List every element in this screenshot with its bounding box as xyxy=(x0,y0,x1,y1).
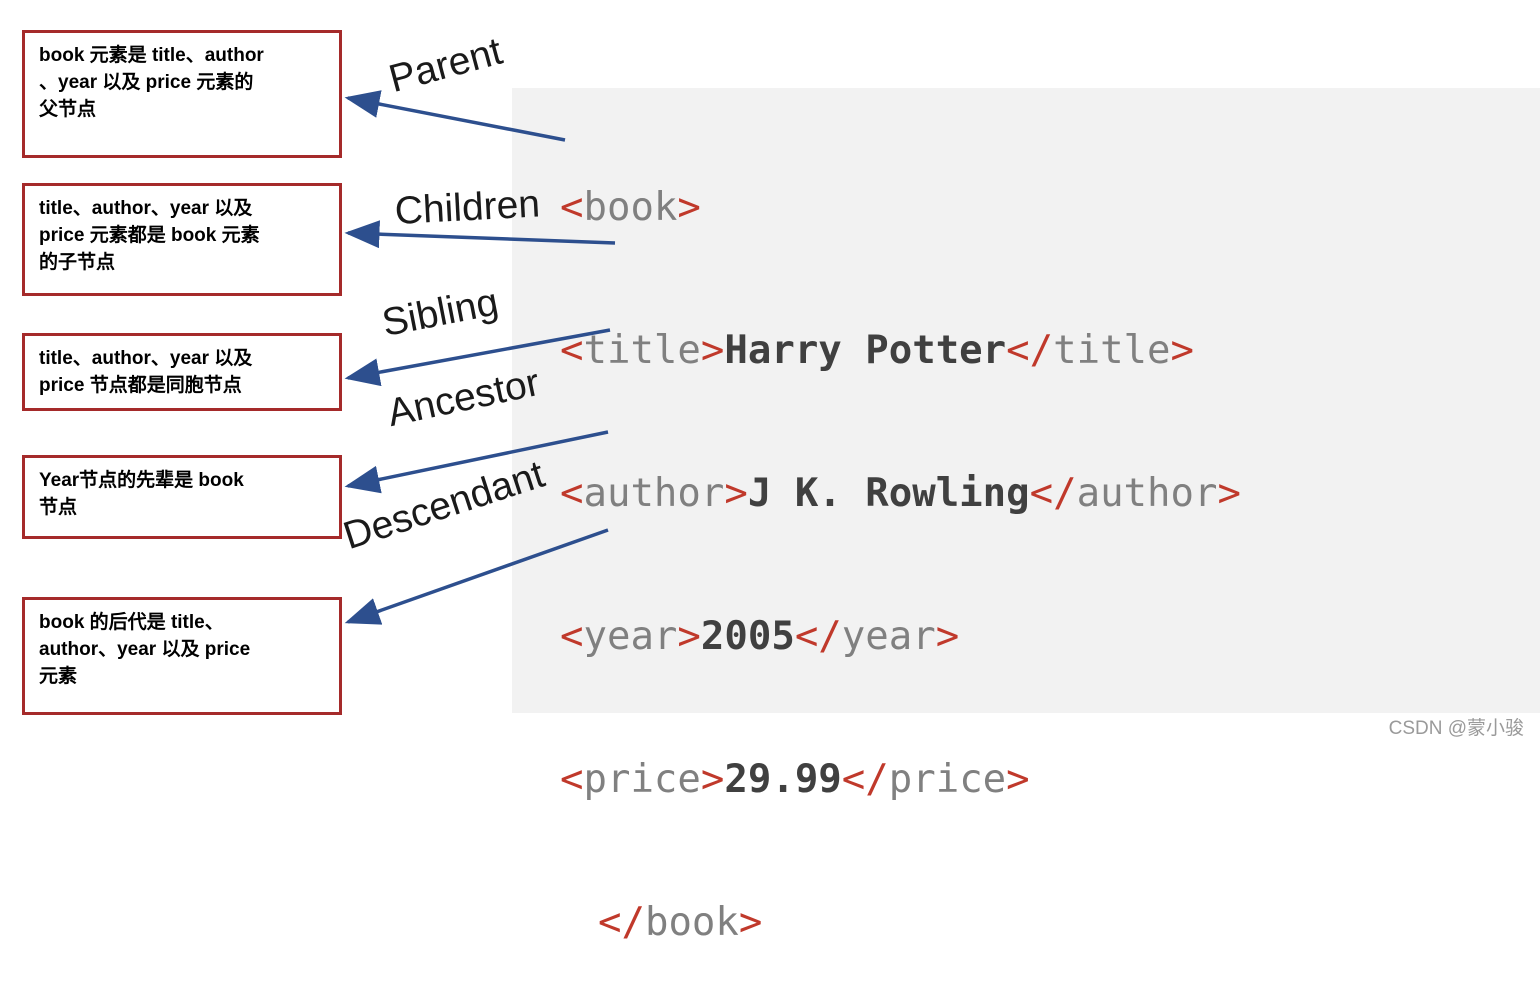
ancestor-callout-text: Year节点的先辈是 book 节点 xyxy=(39,470,244,518)
code-value-author: J K. Rowling xyxy=(747,471,1030,516)
code-value-title: Harry Potter xyxy=(724,328,1007,373)
sibling-callout-text: title、author、year 以及 price 节点都是同胞节点 xyxy=(39,348,253,396)
code-line-price: <price>29.99</price> xyxy=(560,757,1030,802)
parent-callout: book 元素是 title、author 、year 以及 price 元素的… xyxy=(22,30,342,158)
code-tag-title: title xyxy=(583,328,701,373)
xml-code-block: <book> <title>Harry Potter</title> <auth… xyxy=(560,110,1241,1007)
code-tag-price: price xyxy=(583,757,701,802)
sibling-callout: title、author、year 以及 price 节点都是同胞节点 xyxy=(22,333,342,411)
code-tag-author-close: author xyxy=(1076,471,1218,516)
relation-label-children: Children xyxy=(393,182,541,234)
code-tag-book-close: book xyxy=(644,900,739,945)
ancestor-callout: Year节点的先辈是 book 节点 xyxy=(22,455,342,539)
code-tag-author: author xyxy=(583,471,725,516)
children-callout-text: title、author、year 以及 price 元素都是 book 元素 … xyxy=(39,198,260,273)
watermark: CSDN @蒙小骏 xyxy=(1388,718,1524,739)
code-tag-title-close: title xyxy=(1053,328,1171,373)
code-line-book-open: <book> xyxy=(560,185,701,230)
code-line-book-close: </book> xyxy=(598,900,763,945)
descendant-callout: book 的后代是 title、 author、year 以及 price 元素 xyxy=(22,597,342,715)
code-value-price: 29.99 xyxy=(724,757,842,802)
code-line-author: <author>J K. Rowling</author> xyxy=(560,471,1241,516)
relation-label-parent: Parent xyxy=(384,29,507,102)
parent-callout-text: book 元素是 title、author 、year 以及 price 元素的… xyxy=(39,45,264,120)
children-callout: title、author、year 以及 price 元素都是 book 元素 … xyxy=(22,183,342,296)
code-value-year: 2005 xyxy=(700,614,795,659)
descendant-callout-text: book 的后代是 title、 author、year 以及 price 元素 xyxy=(39,612,251,687)
relation-label-sibling: Sibling xyxy=(378,280,502,346)
code-line-year: <year>2005</year> xyxy=(560,614,960,659)
code-tag-price-close: price xyxy=(888,757,1007,802)
code-tag-book: book xyxy=(583,185,678,230)
code-tag-year-close: year xyxy=(841,614,936,659)
code-tag-year: year xyxy=(583,614,678,659)
code-line-title: <title>Harry Potter</title> xyxy=(560,328,1194,373)
